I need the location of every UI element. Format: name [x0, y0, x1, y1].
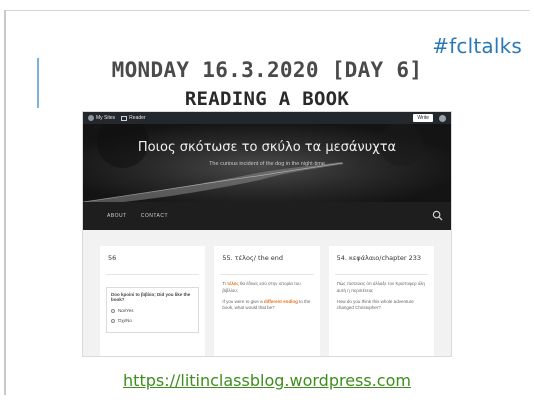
blog-tagline: The curious incident of the dog in the n… — [209, 161, 325, 167]
post-card[interactable]: 54. κεφάλαιο/chapter 233 Πώς πιστεύεις ό… — [328, 246, 434, 356]
hashtag-label: #fcltalks — [432, 34, 522, 58]
post-excerpt: Τι τέλος θα έδινες εσύ στην ιστορία του … — [214, 275, 319, 322]
blog-title[interactable]: Ποιος σκότωσε το σκύλο τα μεσάνυχτα — [83, 140, 451, 155]
post-card[interactable]: 56 Doo kpoini to βιβλίο; Did you like th… — [100, 246, 206, 356]
excerpt-highlight: different ending — [263, 298, 298, 304]
radio-icon[interactable] — [111, 318, 115, 323]
slide-top-border — [4, 10, 530, 11]
wordpress-admin-bar: My Sites Reader Write — [83, 112, 451, 124]
post-excerpt: Πώς πιστεύεις ότι άλλαξε τον Κριστοφερ ό… — [329, 275, 434, 322]
poll-option-label: Ναι/Yes — [118, 308, 134, 313]
write-button[interactable]: Write — [413, 114, 433, 122]
post-title[interactable]: 54. κεφάλαιο/chapter 233 — [329, 246, 434, 274]
excerpt-text: If you were to give a — [222, 298, 264, 304]
post-grid: 56 Doo kpoini to βιβλίο; Did you like th… — [83, 230, 451, 356]
radio-icon[interactable] — [111, 308, 115, 313]
post-divider — [106, 274, 200, 275]
post-title[interactable]: 55. τέλος/ the end — [214, 246, 319, 274]
excerpt-text: Πώς πιστεύεις ότι άλλαξε τον Κριστοφερ ό… — [336, 281, 425, 293]
poll-question: Doo kpoini to βιβλίο; Did you like the b… — [111, 292, 191, 302]
poll-option-label: Όχι/No — [118, 318, 132, 323]
reader-label: Reader — [129, 115, 146, 121]
blog-header: Ποιος σκότωσε το σκύλο τα μεσάνυχτα The … — [83, 124, 451, 202]
slide: #fcltalks MONDAY 16.3.2020 [DAY 6] READI… — [0, 0, 534, 403]
poll-option[interactable]: Όχι/No — [111, 318, 194, 323]
excerpt-highlight: τέλος — [227, 281, 239, 286]
slide-title: MONDAY 16.3.2020 [DAY 6] — [111, 58, 423, 82]
post-card[interactable]: 55. τέλος/ the end Τι τέλος θα έδινες εσ… — [214, 246, 320, 356]
avatar[interactable] — [439, 114, 446, 122]
blog-nav: ABOUT CONTACT — [83, 202, 451, 230]
search-icon[interactable] — [432, 210, 443, 221]
my-sites-link[interactable]: My Sites — [88, 115, 115, 121]
poll-option[interactable]: Ναι/Yes — [111, 308, 194, 313]
post-title[interactable]: 56 — [100, 246, 205, 274]
blog-screenshot: My Sites Reader Write Ποιος σκότωσε το σ… — [82, 111, 452, 357]
nav-contact[interactable]: CONTACT — [141, 213, 168, 219]
reader-link[interactable]: Reader — [121, 115, 146, 121]
my-sites-label: My Sites — [96, 115, 116, 121]
wordpress-logo-icon — [88, 115, 94, 121]
blog-url-link[interactable]: https://litinclassblog.wordpress.com — [0, 371, 534, 390]
excerpt-text: How do you think this whole adventure ch… — [336, 298, 414, 311]
slide-subtitle: READING A BOOK — [184, 88, 350, 110]
poll-widget: Doo kpoini to βιβλίο; Did you like the b… — [106, 287, 200, 333]
nav-about[interactable]: ABOUT — [107, 213, 127, 219]
reader-icon — [121, 115, 128, 121]
